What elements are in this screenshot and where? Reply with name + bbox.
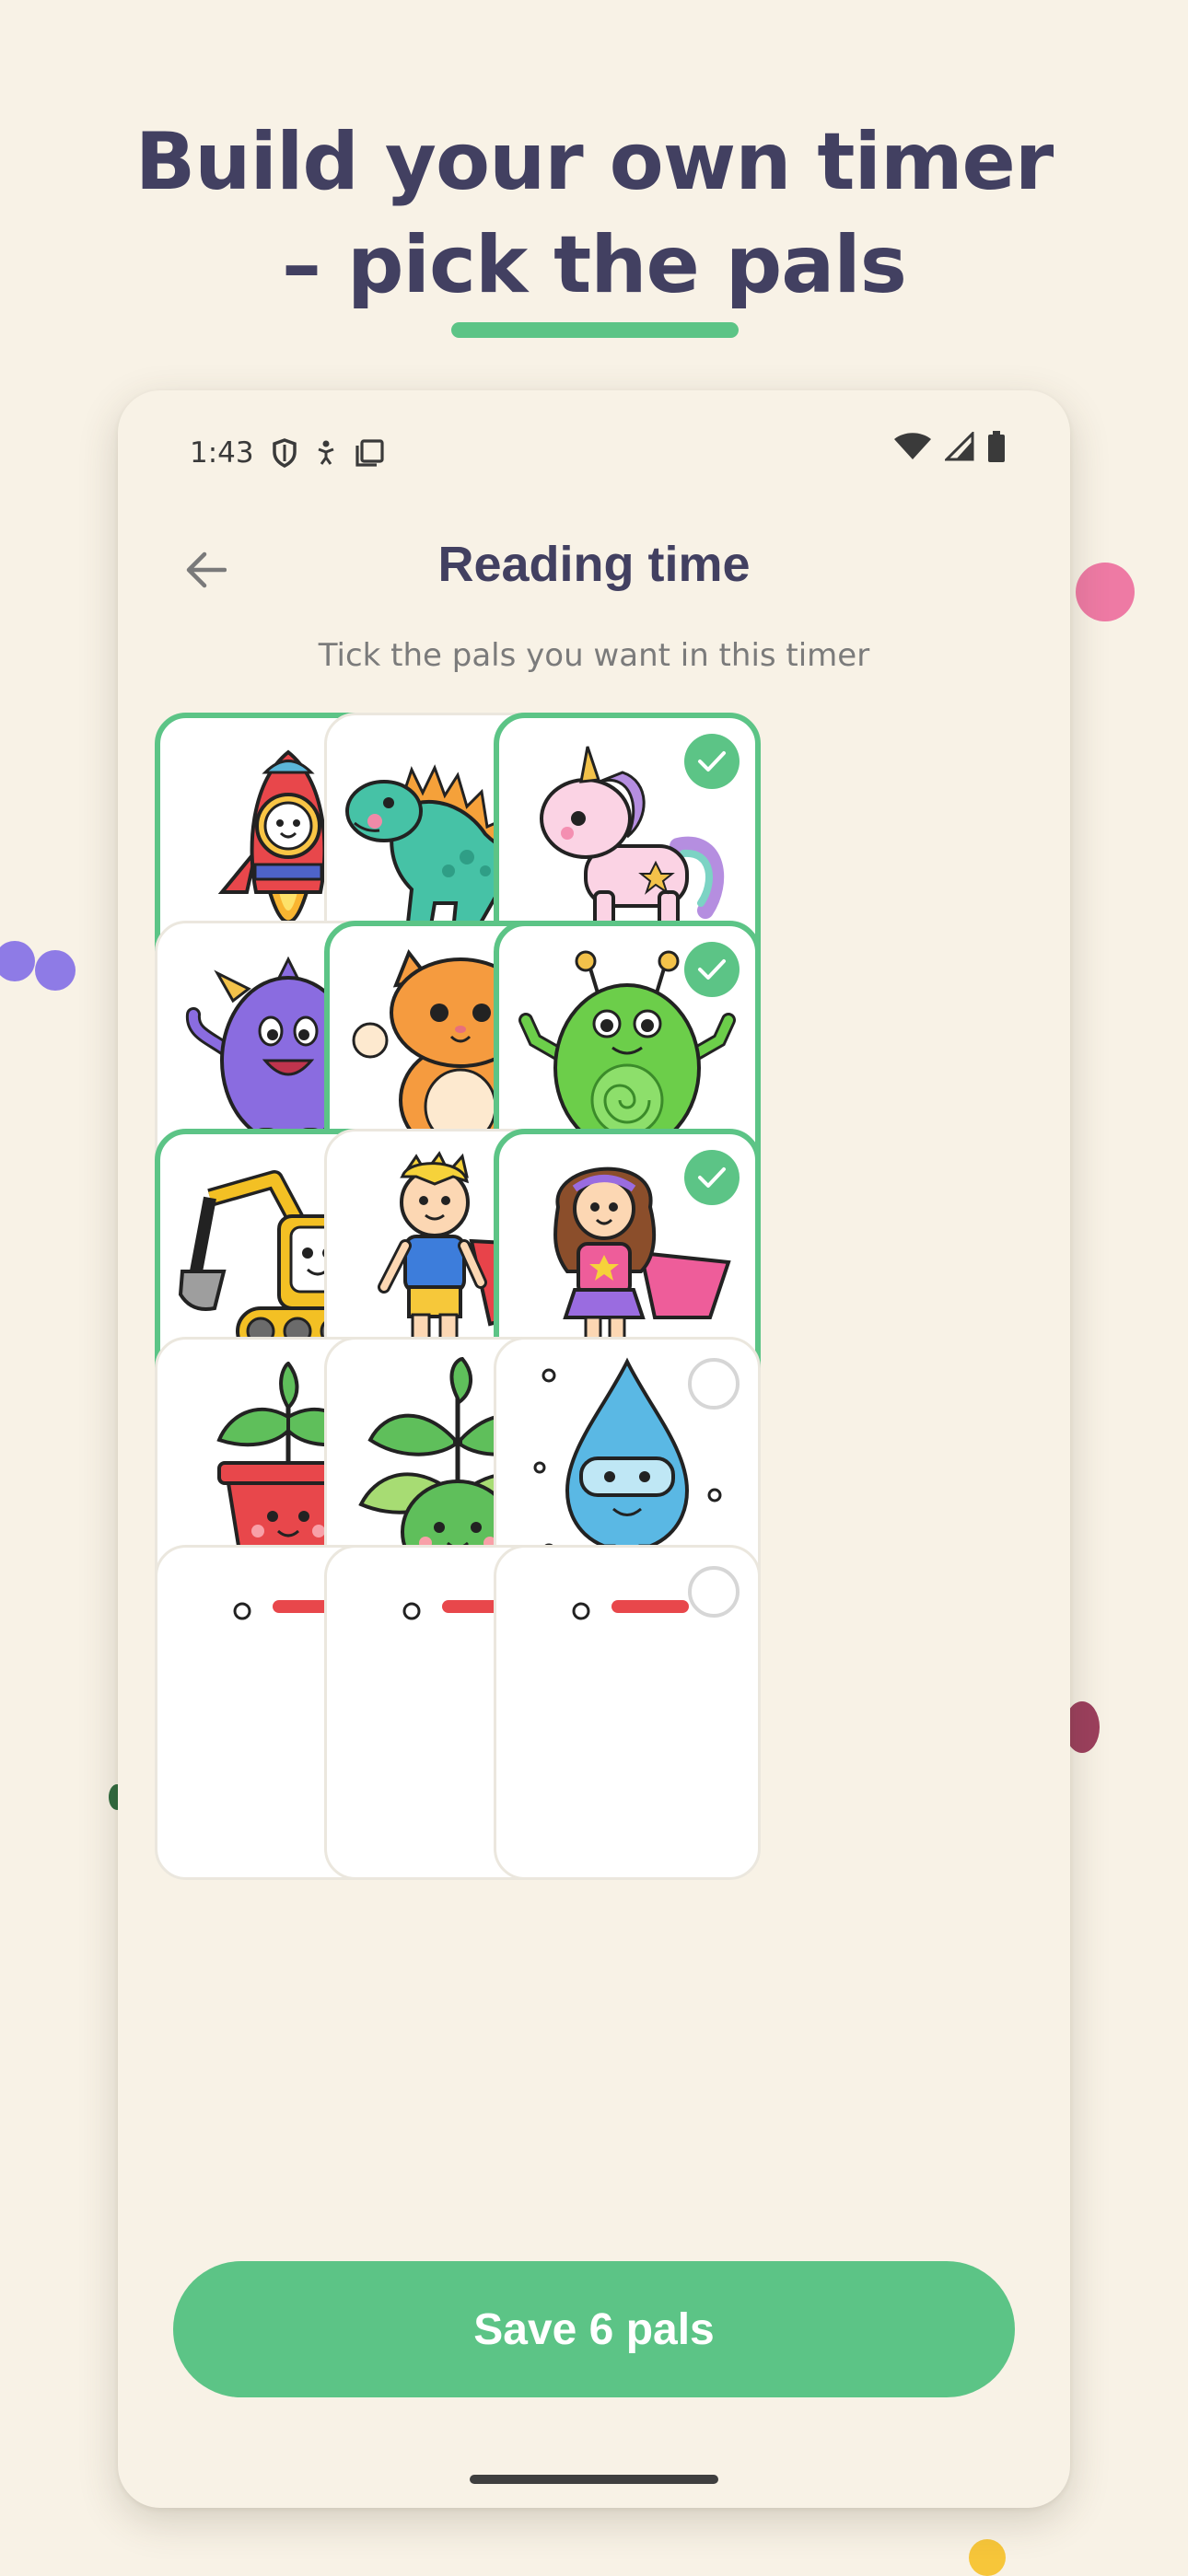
checkbox-checked[interactable] xyxy=(684,1150,740,1205)
checkbox-checked[interactable] xyxy=(684,942,740,997)
checkmark-icon xyxy=(698,959,726,980)
headline-underline xyxy=(451,322,739,338)
wifi-icon xyxy=(893,432,932,466)
headline-line-2: – pick the pals xyxy=(282,219,907,311)
screen-subtitle: Tick the pals you want in this timer xyxy=(318,637,870,674)
shield-icon xyxy=(271,437,298,469)
screen-title: Reading time xyxy=(437,537,751,592)
yellow-dot xyxy=(969,2539,1006,2576)
purple-dot xyxy=(35,950,76,991)
headline-line-1: Build your own timer xyxy=(134,116,1054,208)
home-indicator[interactable] xyxy=(470,2475,718,2484)
copy-icon xyxy=(354,438,385,468)
phone-frame: RocketDinoLuluGobblesMimiBloopMackBuddy … xyxy=(118,390,1070,2508)
save-button[interactable]: Save 6 pals xyxy=(173,2261,1015,2397)
battery-icon xyxy=(987,431,1006,467)
purple-dot xyxy=(0,941,35,981)
signal-icon xyxy=(943,430,974,466)
accessibility-icon xyxy=(315,439,337,467)
checkmark-icon xyxy=(698,751,726,772)
pal-card[interactable] xyxy=(494,1545,761,1880)
checkbox-checked[interactable] xyxy=(684,734,740,789)
checkmark-icon xyxy=(698,1167,726,1188)
checkbox-unchecked[interactable] xyxy=(688,1566,740,1618)
status-bar-left: 1:43 xyxy=(190,427,402,479)
pink-dot xyxy=(1076,563,1135,621)
status-time: 1:43 xyxy=(190,436,254,470)
status-bar-right xyxy=(893,430,1006,467)
headline: Build your own timer – pick the pals xyxy=(0,110,1188,317)
checkbox-unchecked[interactable] xyxy=(688,1358,740,1410)
